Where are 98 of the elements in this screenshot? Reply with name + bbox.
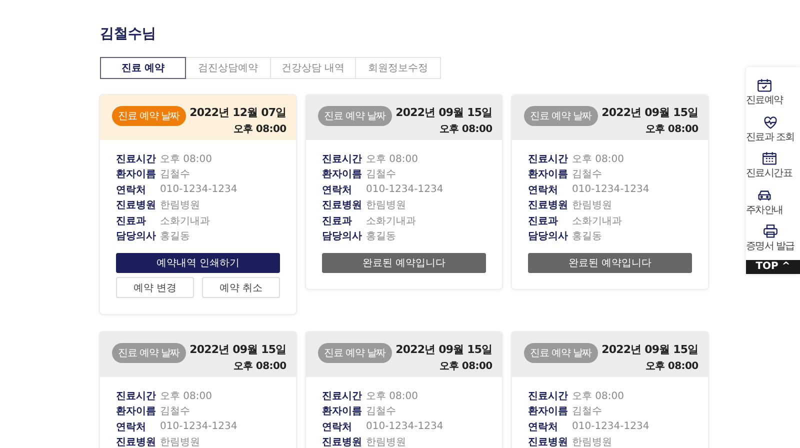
quick-menu-item[interactable]: 주차안내 <box>746 184 783 221</box>
field-label: 연락처 <box>116 184 147 197</box>
quick-menu-item[interactable]: 증명서 발급 <box>746 221 794 258</box>
field-label: 진료병원 <box>322 199 363 212</box>
date-badge: 진료 예약 날짜 <box>112 343 186 363</box>
field-label: 연락처 <box>528 420 559 434</box>
field-value: 한림병원 <box>366 199 406 212</box>
field-value: 김철수 <box>366 168 396 182</box>
date-badge: 진료 예약 날짜 <box>318 343 392 363</box>
reservation-date: 2022년 09월 15일 <box>396 105 492 120</box>
field-label: 진료병원 <box>322 436 363 448</box>
field-value: 소화기내과 <box>572 214 622 228</box>
field-value: 김철수 <box>160 405 190 418</box>
calendar-check-icon <box>756 77 773 94</box>
date-badge: 진료 예약 날짜 <box>112 106 186 126</box>
field-value: 오후 08:00 <box>160 390 212 403</box>
field-value: 010-1234-1234 <box>160 184 238 196</box>
field-value: 한림병원 <box>366 436 406 448</box>
date-badge: 진료 예약 날짜 <box>524 106 598 126</box>
reservation-time: 오후 08:00 <box>439 123 492 136</box>
field-value: 김철수 <box>572 168 602 182</box>
field-label: 진료병원 <box>116 199 157 212</box>
field-label: 진료시간 <box>322 390 363 403</box>
field-label: 진료과 <box>322 214 353 228</box>
field-value: 오후 08:00 <box>160 152 212 166</box>
field-label: 진료과 <box>116 214 147 228</box>
field-value: 010-1234-1234 <box>366 184 444 196</box>
reservation-date: 2022년 09월 15일 <box>602 342 698 357</box>
field-label: 연락처 <box>116 420 147 434</box>
action-button[interactable]: 예약 변경 <box>116 277 194 298</box>
tab[interactable]: 회원정보수정 <box>355 57 441 79</box>
field-label: 담당의사 <box>116 230 157 244</box>
field-label: 환자이름 <box>528 168 569 182</box>
field-label: 환자이름 <box>116 405 157 418</box>
heart-pulse-icon <box>762 114 779 130</box>
field-label: 환자이름 <box>322 405 363 418</box>
field-value: 한림병원 <box>160 436 200 448</box>
date-badge: 진료 예약 날짜 <box>318 106 392 126</box>
field-value: 010-1234-1234 <box>572 421 650 432</box>
field-label: 환자이름 <box>116 168 157 182</box>
field-label: 진료병원 <box>116 436 157 448</box>
field-label: 담당의사 <box>528 230 569 244</box>
field-value: 김철수 <box>160 168 190 182</box>
action-button[interactable]: 예약 취소 <box>202 277 280 298</box>
reservation-time: 오후 08:00 <box>233 123 286 136</box>
field-value: 한림병원 <box>572 199 612 212</box>
field-value: 홍길동 <box>572 230 602 244</box>
field-label: 환자이름 <box>528 405 569 418</box>
reservation-date: 2022년 09월 15일 <box>602 105 698 120</box>
field-label: 진료병원 <box>528 436 569 448</box>
field-label: 진료시간 <box>116 152 157 166</box>
field-label: 담당의사 <box>322 230 363 244</box>
field-label: 진료시간 <box>528 152 569 166</box>
completed-button[interactable]: 완료된 예약입니다 <box>528 253 692 273</box>
field-value: 김철수 <box>572 405 602 418</box>
field-label: 환자이름 <box>322 168 363 182</box>
field-value: 홍길동 <box>160 230 190 244</box>
field-label: 연락처 <box>322 420 353 434</box>
field-label: 연락처 <box>322 184 353 197</box>
quick-menu-item[interactable]: 진료시간표 <box>746 148 792 184</box>
field-label: 진료시간 <box>322 152 363 166</box>
reservation-date: 2022년 09월 15일 <box>396 342 492 357</box>
field-value: 오후 08:00 <box>366 152 418 166</box>
field-value: 한림병원 <box>160 199 200 212</box>
field-value: 오후 08:00 <box>366 390 418 403</box>
field-value: 010-1234-1234 <box>572 184 650 196</box>
field-label: 진료시간 <box>116 390 157 403</box>
tab[interactable]: 건강상담 내역 <box>270 57 356 79</box>
field-value: 오후 08:00 <box>572 152 624 166</box>
field-value: 홍길동 <box>366 230 396 244</box>
field-value: 오후 08:00 <box>572 390 624 403</box>
field-value: 010-1234-1234 <box>160 421 238 432</box>
reservation-time: 오후 08:00 <box>645 360 698 373</box>
page-title: 김철수님 <box>100 25 157 44</box>
field-label: 진료병원 <box>528 199 569 212</box>
field-value: 010-1234-1234 <box>366 421 444 432</box>
top-button[interactable]: TOP ^ <box>746 260 800 274</box>
calendar-icon <box>760 150 778 167</box>
printer-icon <box>762 223 779 240</box>
reservation-time: 오후 08:00 <box>233 360 286 373</box>
quick-menu-item[interactable]: 진료과 조회 <box>746 112 794 148</box>
reservation-time: 오후 08:00 <box>439 360 492 373</box>
reservation-date: 2022년 09월 15일 <box>190 342 286 357</box>
field-label: 진료과 <box>528 214 559 228</box>
field-value: 한림병원 <box>572 436 612 448</box>
tab[interactable]: 검진상담예약 <box>185 57 271 79</box>
reservation-date: 2022년 12월 07일 <box>190 105 286 120</box>
completed-button[interactable]: 완료된 예약입니다 <box>322 253 486 273</box>
tab[interactable]: 진료 예약 <box>100 57 186 79</box>
reservation-time: 오후 08:00 <box>645 123 698 136</box>
print-button[interactable]: 예약내역 인쇄하기 <box>116 253 280 273</box>
field-value: 김철수 <box>366 405 396 418</box>
field-label: 진료시간 <box>528 390 569 403</box>
date-badge: 진료 예약 날짜 <box>524 343 598 363</box>
field-label: 연락처 <box>528 184 559 197</box>
field-value: 소화기내과 <box>160 214 210 228</box>
field-value: 소화기내과 <box>366 214 416 228</box>
quick-menu-item[interactable]: 진료예약 <box>746 75 783 112</box>
